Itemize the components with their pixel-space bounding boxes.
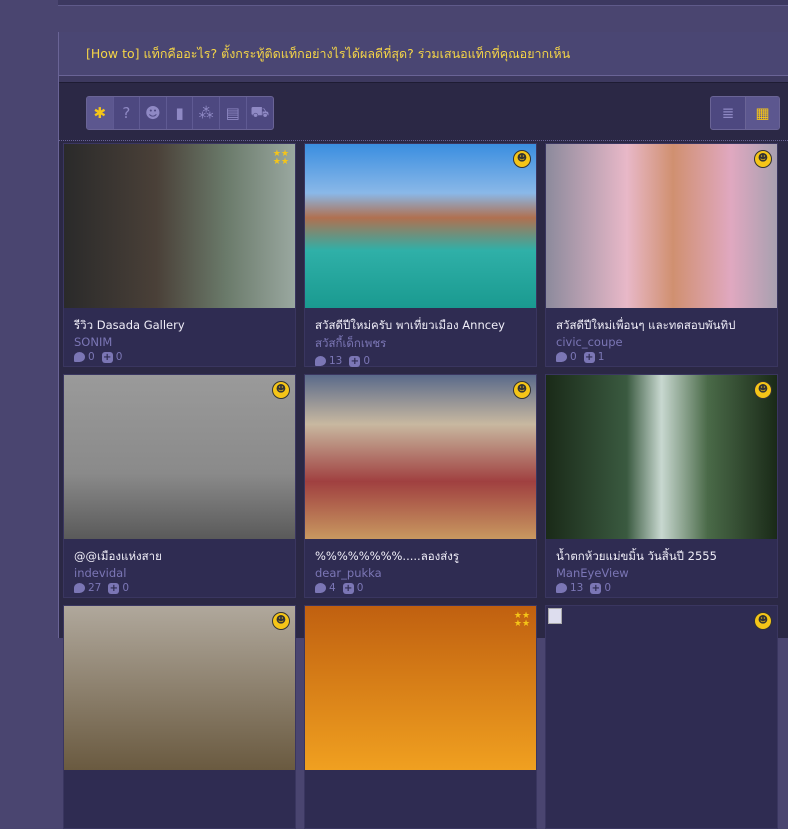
comment-count: 4 [329, 582, 336, 594]
toolbar: ✱? ☻ ▮ ⁂ ▤ ⛟ ≣ ▦ [59, 83, 788, 141]
vote-icon: + [108, 582, 120, 594]
comment-count: 27 [88, 582, 102, 594]
vote-count: 0 [356, 582, 364, 594]
tag-panel: [How to] แท็กคืออะไร? ตั้งกระทู้ติดแท็กอ… [58, 32, 788, 829]
grid-view-button[interactable]: ▦ [745, 97, 779, 129]
broken-image-icon [548, 608, 562, 624]
filter-question-button[interactable]: ? [114, 97, 141, 129]
chat-badge-icon: ☻ [272, 381, 290, 399]
topic-thumbnail[interactable]: ☻ [546, 606, 777, 770]
chat-badge-icon: ☻ [754, 381, 772, 399]
chat-badge-icon: ☻ [754, 612, 772, 630]
comment-icon [315, 583, 326, 593]
chat-badge-icon: ☻ [754, 150, 772, 168]
topic-thumbnail[interactable]: ☻ [64, 375, 295, 539]
filter-chat-button[interactable]: ☻ [140, 97, 167, 129]
review-badge-icon: ★★ ★★ [272, 149, 290, 167]
grid-view-icon: ▦ [755, 104, 770, 122]
comment-icon [556, 352, 567, 362]
topic-card[interactable]: ★★ ★★ รีวิว Dasada Gallery SONIM 0 +0 [63, 143, 296, 367]
filter-poll-button[interactable]: ▮ [167, 97, 194, 129]
filter-review-button[interactable]: ⁂ [193, 97, 220, 129]
topic-author[interactable]: สวัสกี้เด็กเพชร [305, 335, 536, 353]
topic-title[interactable]: %%%%%%%%.....ลองส่งรู [305, 539, 536, 566]
topic-card[interactable]: ☻ น้ำตกห้วยแม่ขมิ้น วันสิ้นปี 2555 ManEye… [545, 374, 778, 598]
vote-count: 0 [115, 351, 123, 363]
topic-card[interactable]: ☻ @@เมืองแห่งสาย indevidal 27 +0 [63, 374, 296, 598]
topic-stats: 13 +0 [546, 580, 777, 594]
topic-title[interactable]: รีวิว Dasada Gallery [64, 308, 295, 335]
topic-title[interactable]: @@เมืองแห่งสาย [64, 539, 295, 566]
topic-card[interactable]: ☻ [545, 605, 778, 829]
topic-thumbnail[interactable]: ☻ [305, 144, 536, 308]
comment-icon [74, 583, 85, 593]
comment-count: 0 [570, 351, 577, 363]
filter-cart-button[interactable]: ⛟ [247, 97, 274, 129]
list-view-button[interactable]: ≣ [711, 97, 745, 129]
view-toggle-group: ≣ ▦ [710, 96, 780, 130]
vote-icon: + [349, 355, 361, 367]
topic-stats: 27 +0 [64, 580, 295, 594]
comment-count: 0 [88, 351, 95, 363]
topic-thumbnail[interactable]: ☻ [546, 144, 777, 308]
topic-author[interactable]: indevidal [64, 566, 295, 580]
comment-icon [556, 583, 567, 593]
top-bar [58, 0, 788, 6]
all-icon: ✱ [93, 104, 107, 122]
poll-icon: ▮ [175, 104, 184, 122]
chat-badge-icon: ☻ [272, 612, 290, 630]
chat-badge-icon: ☻ [513, 381, 531, 399]
comment-icon [315, 356, 326, 366]
chat-badge-icon: ☻ [513, 150, 531, 168]
announcement-header[interactable]: [How to] แท็กคืออะไร? ตั้งกระทู้ติดแท็กอ… [59, 32, 788, 76]
divider [59, 76, 788, 83]
vote-count: 1 [597, 351, 605, 363]
filter-all-button[interactable]: ✱ [87, 97, 114, 129]
topic-card[interactable]: ☻ สวัสดีปีใหม่ครับ พาเที่ยวเมือง Anncey ส… [304, 143, 537, 367]
topic-stats: 0 +1 [546, 349, 777, 363]
vote-icon: + [583, 351, 595, 363]
announcement-prefix[interactable]: [How to] [86, 46, 140, 61]
topic-card[interactable]: ★★ ★★ [304, 605, 537, 829]
topic-stats: 4 +0 [305, 580, 536, 594]
vote-icon: + [342, 582, 354, 594]
announcement-title[interactable]: แท็กคืออะไร? ตั้งกระทู้ติดแท็กอย่างไรได้… [140, 46, 571, 61]
vote-count: 0 [363, 355, 371, 367]
vote-count: 0 [122, 582, 130, 594]
topic-card[interactable]: ☻ %%%%%%%%.....ลองส่งรู dear_pukka 4 +0 [304, 374, 537, 598]
topic-stats: 13 +0 [305, 353, 536, 367]
vote-count: 0 [604, 582, 612, 594]
topic-card[interactable]: ☻ [63, 605, 296, 829]
comment-icon [74, 352, 85, 362]
topic-author[interactable]: civic_coupe [546, 335, 777, 349]
comment-count: 13 [570, 582, 584, 594]
cart-icon: ⛟ [250, 103, 270, 121]
review-icon: ⁂ [198, 104, 214, 122]
topic-thumbnail[interactable]: ★★ ★★ [305, 606, 536, 770]
topic-thumbnail[interactable]: ★★ ★★ [64, 144, 295, 308]
question-icon: ? [122, 104, 131, 122]
news-icon: ▤ [225, 104, 240, 122]
chat-icon: ☻ [145, 104, 161, 122]
comment-count: 13 [329, 355, 343, 367]
review-badge-icon: ★★ ★★ [513, 611, 531, 629]
topic-author[interactable]: SONIM [64, 335, 295, 349]
topic-stats: 0 +0 [64, 349, 295, 363]
topic-thumbnail[interactable]: ☻ [305, 375, 536, 539]
vote-icon: + [590, 582, 602, 594]
topic-author[interactable]: ManEyeView [546, 566, 777, 580]
topic-title[interactable]: สวัสดีปีใหม่ครับ พาเที่ยวเมือง Anncey [305, 308, 536, 335]
vote-icon: + [101, 351, 113, 363]
list-view-icon: ≣ [721, 104, 735, 122]
topic-thumbnail[interactable]: ☻ [64, 606, 295, 770]
topic-title[interactable]: สวัสดีปีใหม่เพื่อนๆ และทดสอบพันทิป [546, 308, 777, 335]
topic-thumbnail[interactable]: ☻ [546, 375, 777, 539]
topic-author[interactable]: dear_pukka [305, 566, 536, 580]
topic-title[interactable]: น้ำตกห้วยแม่ขมิ้น วันสิ้นปี 2555 [546, 539, 777, 566]
topic-card[interactable]: ☻ สวัสดีปีใหม่เพื่อนๆ และทดสอบพันทิป civi… [545, 143, 778, 367]
topic-grid: ★★ ★★ รีวิว Dasada Gallery SONIM 0 +0 ☻ สวัสด… [63, 143, 778, 829]
filter-group: ✱? ☻ ▮ ⁂ ▤ ⛟ [86, 96, 275, 130]
filter-news-button[interactable]: ▤ [220, 97, 247, 129]
